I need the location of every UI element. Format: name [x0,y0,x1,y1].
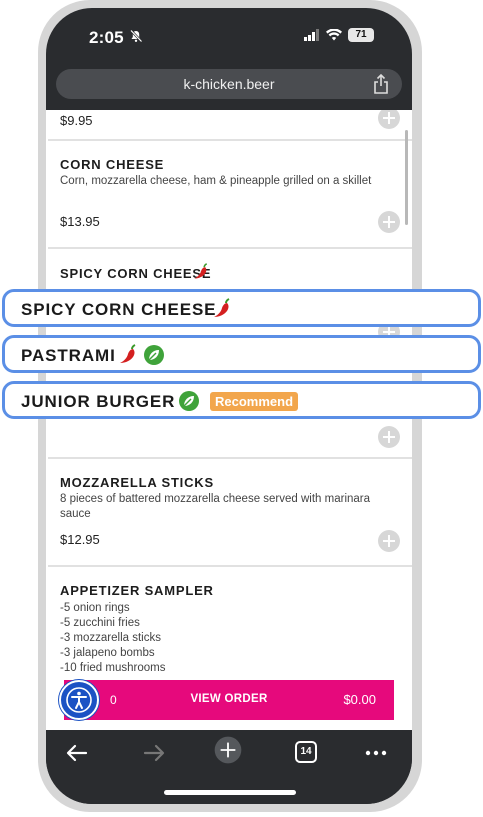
leaf-icon [144,345,164,365]
status-indicators: 71 [304,28,374,42]
overlay-icons [117,344,165,366]
add-item-button[interactable] [378,426,400,448]
accessibility-button[interactable] [59,680,99,720]
add-item-button[interactable] [378,110,400,129]
item-name: SPICY CORN CHEESE [60,266,212,281]
scrollbar[interactable] [405,130,408,225]
screen: 2:05 71 k-chicken.beer $9.95 CORN CHEESE… [0,0,483,817]
item-price: $13.95 [60,214,100,229]
item-name: APPETIZER SAMPLER [60,583,214,598]
pepper-icon [194,263,208,279]
sampler-line: -3 mozzarella sticks [60,632,161,644]
item-price: $12.95 [60,532,100,547]
back-arrow-icon[interactable] [60,738,96,768]
menu-item-mozzarella-sticks[interactable]: MOZZARELLA STICKS 8 pieces of battered m… [48,458,412,566]
url-text[interactable]: k-chicken.beer [56,76,402,92]
recommend-badge: Recommend [210,391,299,411]
overlay-junior-burger[interactable]: JUNIOR BURGER Recommend [2,381,481,419]
sampler-line: -5 zucchini fries [60,617,140,629]
signal-icon [304,29,319,41]
leaf-icon [179,391,199,411]
overlay-pastrami[interactable]: PASTRAMI [2,335,481,373]
address-bar[interactable]: k-chicken.beer [56,69,402,99]
web-content: $9.95 CORN CHEESE Corn, mozzarella chees… [46,110,412,730]
item-description: Corn, mozzarella cheese, ham & pineapple… [60,175,372,187]
home-indicator [164,790,296,795]
tabs-button[interactable]: 14 [288,738,324,768]
item-description: -5 onion rings -5 zucchini fries -3 mozz… [60,601,382,676]
add-item-button[interactable] [378,530,400,552]
bell-muted-icon [130,29,143,43]
forward-arrow-icon[interactable] [136,738,172,768]
overlay-spicy-corn-cheese[interactable]: SPICY CORN CHEESE [2,289,481,327]
share-icon[interactable] [372,74,390,94]
item-name: MOZZARELLA STICKS [60,475,214,490]
overlay-icons [211,298,233,320]
item-description: 8 pieces of battered mozzarella cheese s… [60,493,371,520]
wifi-icon [326,29,342,41]
more-options-icon[interactable] [358,738,394,768]
menu-item-corn-cheese[interactable]: CORN CHEESE Corn, mozzarella cheese, ham… [48,140,412,248]
accessibility-icon [66,687,92,713]
item-price: $9.95 [60,113,93,128]
status-bar: 2:05 71 [46,8,412,60]
sampler-line: -5 onion rings [60,602,130,614]
overlay-label: SPICY CORN CHEESE [21,300,217,319]
overlay-label: JUNIOR BURGER [21,392,176,411]
item-name: CORN CHEESE [60,157,165,172]
view-order-button[interactable]: 0 VIEW ORDER $0.00 [64,680,394,720]
overlay-label: PASTRAMI [21,346,116,365]
status-time: 2:05 [89,28,124,47]
pepper-icon [120,344,136,363]
order-total: $0.00 [343,692,376,707]
tab-count: 14 [295,741,317,763]
menu-item-prev[interactable]: $9.95 [48,110,412,140]
battery-indicator: 71 [348,28,374,42]
new-tab-plus-icon[interactable] [210,735,246,765]
sampler-line: -10 fried mushrooms [60,662,166,674]
add-item-button[interactable] [378,211,400,233]
pepper-icon [214,298,230,317]
overlay-icons: Recommend [178,390,299,412]
sampler-line: -3 jalapeno bombs [60,647,155,659]
